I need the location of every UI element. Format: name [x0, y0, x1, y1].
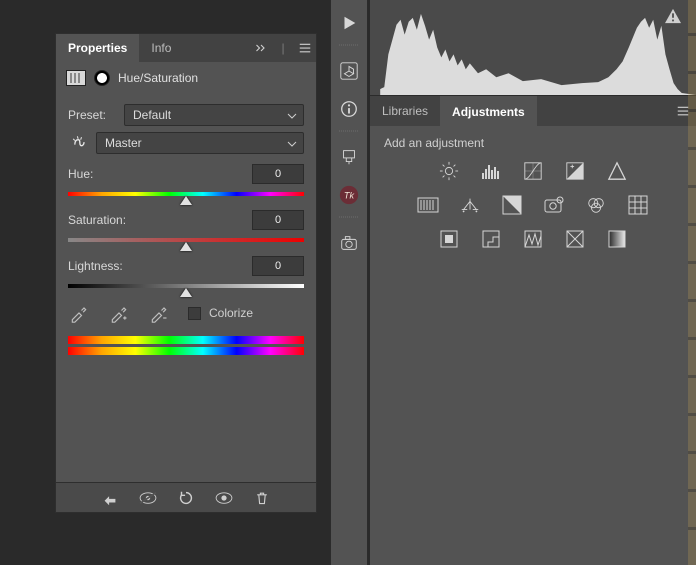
- lightness-value-input[interactable]: 0: [252, 256, 304, 276]
- saturation-slider-thumb[interactable]: [180, 242, 192, 251]
- hue-label: Hue:: [68, 167, 252, 181]
- chevron-down-icon: [287, 136, 297, 150]
- saturation-slider[interactable]: [68, 238, 304, 242]
- panel-divider: |: [272, 37, 294, 59]
- tab-libraries[interactable]: Libraries: [370, 96, 440, 126]
- lightness-slider[interactable]: [68, 284, 304, 288]
- channel-mixer-icon[interactable]: [584, 194, 608, 216]
- saturation-value-input[interactable]: 0: [252, 210, 304, 230]
- properties-footer: [56, 482, 316, 512]
- 3d-panel-icon[interactable]: [334, 56, 364, 86]
- exposure-icon[interactable]: [563, 160, 587, 182]
- vertical-tool-strip: Tk: [330, 0, 368, 565]
- adjustment-header: Hue/Saturation: [56, 62, 316, 94]
- toggle-visibility-button[interactable]: [213, 487, 235, 509]
- separator: [335, 128, 364, 134]
- right-panel: Libraries Adjustments Add an adjustment: [370, 96, 696, 565]
- adjustment-icon-grid: [384, 160, 682, 250]
- levels-icon[interactable]: [479, 160, 503, 182]
- clip-to-layer-button[interactable]: [99, 487, 121, 509]
- hue-slider-thumb[interactable]: [180, 196, 192, 205]
- properties-tabstrip: Properties Info |: [56, 34, 316, 62]
- targeted-adjustment-tool[interactable]: [68, 132, 90, 154]
- black-white-icon[interactable]: [500, 194, 524, 216]
- adjustments-body: Add an adjustment: [370, 126, 696, 260]
- view-previous-state-button[interactable]: [137, 487, 159, 509]
- posterize-icon[interactable]: [479, 228, 503, 250]
- properties-body: Preset: Default Master Hue: 0: [56, 94, 316, 366]
- vibrance-icon[interactable]: [605, 160, 629, 182]
- photo-filter-icon[interactable]: [542, 194, 566, 216]
- colorize-checkbox[interactable]: [188, 307, 201, 320]
- chevron-down-icon: [287, 108, 297, 122]
- invert-icon[interactable]: [437, 228, 461, 250]
- curves-icon[interactable]: [521, 160, 545, 182]
- tab-adjustments[interactable]: Adjustments: [440, 96, 537, 126]
- svg-text:Tk: Tk: [344, 191, 355, 201]
- adjustments-hint: Add an adjustment: [384, 136, 682, 150]
- clone-source-panel-icon[interactable]: [334, 142, 364, 172]
- layer-mask-icon[interactable]: [94, 70, 110, 86]
- tab-properties[interactable]: Properties: [56, 34, 139, 62]
- panel-menu-button[interactable]: [294, 37, 316, 59]
- hue-slider-group: Hue: 0: [68, 164, 304, 196]
- document-edge: [688, 0, 696, 565]
- brightness-contrast-icon[interactable]: [437, 160, 461, 182]
- lightness-label: Lightness:: [68, 259, 252, 273]
- hue-saturation-adjustment-icon[interactable]: [416, 194, 440, 216]
- eyedropper-subtract-button[interactable]: [148, 302, 170, 324]
- output-color-range: [68, 347, 304, 355]
- histogram-panel: [370, 0, 696, 96]
- eyedropper-add-button[interactable]: [108, 302, 130, 324]
- gradient-map-icon[interactable]: [605, 228, 629, 250]
- channel-value: Master: [105, 136, 142, 150]
- colorize-label: Colorize: [209, 306, 253, 320]
- color-balance-icon[interactable]: [458, 194, 482, 216]
- adjustment-title: Hue/Saturation: [118, 71, 198, 85]
- saturation-slider-group: Saturation: 0: [68, 210, 304, 242]
- right-tabstrip: Libraries Adjustments: [370, 96, 696, 126]
- properties-panel: Properties Info | Hue/Saturation Preset:…: [55, 33, 317, 513]
- input-color-range: [68, 336, 304, 344]
- separator: [335, 42, 364, 48]
- info-panel-icon[interactable]: [334, 94, 364, 124]
- tab-info[interactable]: Info: [139, 34, 183, 62]
- separator: [335, 214, 364, 220]
- preset-dropdown[interactable]: Default: [124, 104, 304, 126]
- play-button[interactable]: [334, 8, 364, 38]
- tk-plugin-icon[interactable]: Tk: [334, 180, 364, 210]
- collapse-panel-button[interactable]: [250, 37, 272, 59]
- hue-saturation-icon: [66, 70, 86, 86]
- histogram-warning-icon[interactable]: [664, 8, 682, 27]
- color-lookup-icon[interactable]: [626, 194, 650, 216]
- threshold-icon[interactable]: [521, 228, 545, 250]
- reset-button[interactable]: [175, 487, 197, 509]
- lightness-slider-thumb[interactable]: [180, 288, 192, 297]
- selective-color-icon[interactable]: [563, 228, 587, 250]
- preset-value: Default: [133, 108, 171, 122]
- saturation-label: Saturation:: [68, 213, 252, 227]
- camera-panel-icon[interactable]: [334, 228, 364, 258]
- eyedropper-button[interactable]: [68, 302, 90, 324]
- histogram-graph: [370, 0, 696, 95]
- lightness-slider-group: Lightness: 0: [68, 256, 304, 288]
- hue-value-input[interactable]: 0: [252, 164, 304, 184]
- hue-slider[interactable]: [68, 192, 304, 196]
- preset-label: Preset:: [68, 108, 118, 122]
- delete-adjustment-button[interactable]: [251, 487, 273, 509]
- channel-dropdown[interactable]: Master: [96, 132, 304, 154]
